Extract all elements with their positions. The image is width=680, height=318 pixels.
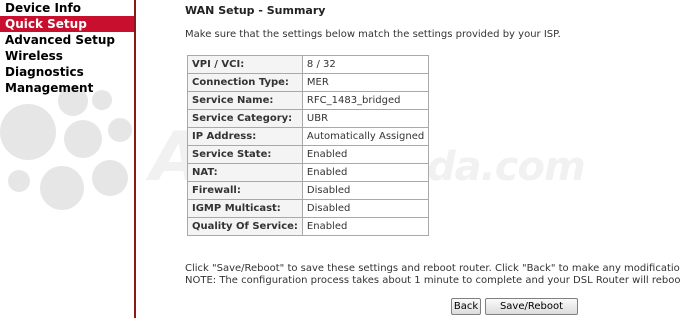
note-line-2: NOTE: The configuration process takes ab… xyxy=(185,275,680,286)
row-value: Enabled xyxy=(301,163,430,182)
table-row: Service Category: UBR xyxy=(187,109,430,128)
summary-table: VPI / VCI: 8 / 32 Connection Type: MER S… xyxy=(187,55,430,236)
row-value: MER xyxy=(301,73,430,92)
row-value: Enabled xyxy=(301,217,430,236)
table-row: Connection Type: MER xyxy=(187,73,430,92)
row-value: Automatically Assigned xyxy=(301,127,430,146)
note-line-1: Click "Save/Reboot" to save these settin… xyxy=(185,263,680,274)
sidebar-item-advanced-setup[interactable]: Advanced Setup xyxy=(0,32,134,48)
table-row: IGMP Multicast: Disabled xyxy=(187,199,430,218)
row-label: VPI / VCI: xyxy=(187,55,303,74)
row-value: 8 / 32 xyxy=(301,55,430,74)
sidebar-item-management[interactable]: Management xyxy=(0,80,134,96)
table-row: Firewall: Disabled xyxy=(187,181,430,200)
back-button[interactable]: Back xyxy=(451,298,481,315)
sidebar: Device Info Quick Setup Advanced Setup W… xyxy=(0,0,134,318)
decor-dot xyxy=(92,160,128,196)
decor-dot xyxy=(0,104,56,160)
row-label: IP Address: xyxy=(187,127,303,146)
row-value: UBR xyxy=(301,109,430,128)
row-label: Service Category: xyxy=(187,109,303,128)
decor-dot xyxy=(108,118,132,142)
sidebar-item-quick-setup[interactable]: Quick Setup xyxy=(0,16,134,32)
row-label: IGMP Multicast: xyxy=(187,199,303,218)
page-title: WAN Setup - Summary xyxy=(185,4,326,17)
table-row: NAT: Enabled xyxy=(187,163,430,182)
decor-dot xyxy=(64,120,102,158)
row-label: Service Name: xyxy=(187,91,303,110)
table-row: VPI / VCI: 8 / 32 xyxy=(187,55,430,74)
save-reboot-button[interactable]: Save/Reboot xyxy=(485,298,578,315)
row-label: Service State: xyxy=(187,145,303,164)
instructions-note: Click "Save/Reboot" to save these settin… xyxy=(185,263,680,287)
sidebar-item-device-info[interactable]: Device Info xyxy=(0,0,134,16)
row-label: NAT: xyxy=(187,163,303,182)
row-label: Quality Of Service: xyxy=(187,217,303,236)
sidebar-item-diagnostics[interactable]: Diagnostics xyxy=(0,64,134,80)
sidebar-menu: Device Info Quick Setup Advanced Setup W… xyxy=(0,0,134,96)
table-row: Service Name: RFC_1483_bridged xyxy=(187,91,430,110)
sidebar-item-wireless[interactable]: Wireless xyxy=(0,48,134,64)
table-row: IP Address: Automatically Assigned xyxy=(187,127,430,146)
decor-dot xyxy=(8,170,30,192)
row-label: Firewall: xyxy=(187,181,303,200)
sidebar-divider xyxy=(134,0,136,318)
table-row: Quality Of Service: Enabled xyxy=(187,217,430,236)
decor-dot xyxy=(40,166,84,210)
row-value: Disabled xyxy=(301,199,430,218)
row-label: Connection Type: xyxy=(187,73,303,92)
row-value: RFC_1483_bridged xyxy=(301,91,430,110)
table-row: Service State: Enabled xyxy=(187,145,430,164)
row-value: Enabled xyxy=(301,145,430,164)
intro-text: Make sure that the settings below match … xyxy=(185,29,561,40)
row-value: Disabled xyxy=(301,181,430,200)
